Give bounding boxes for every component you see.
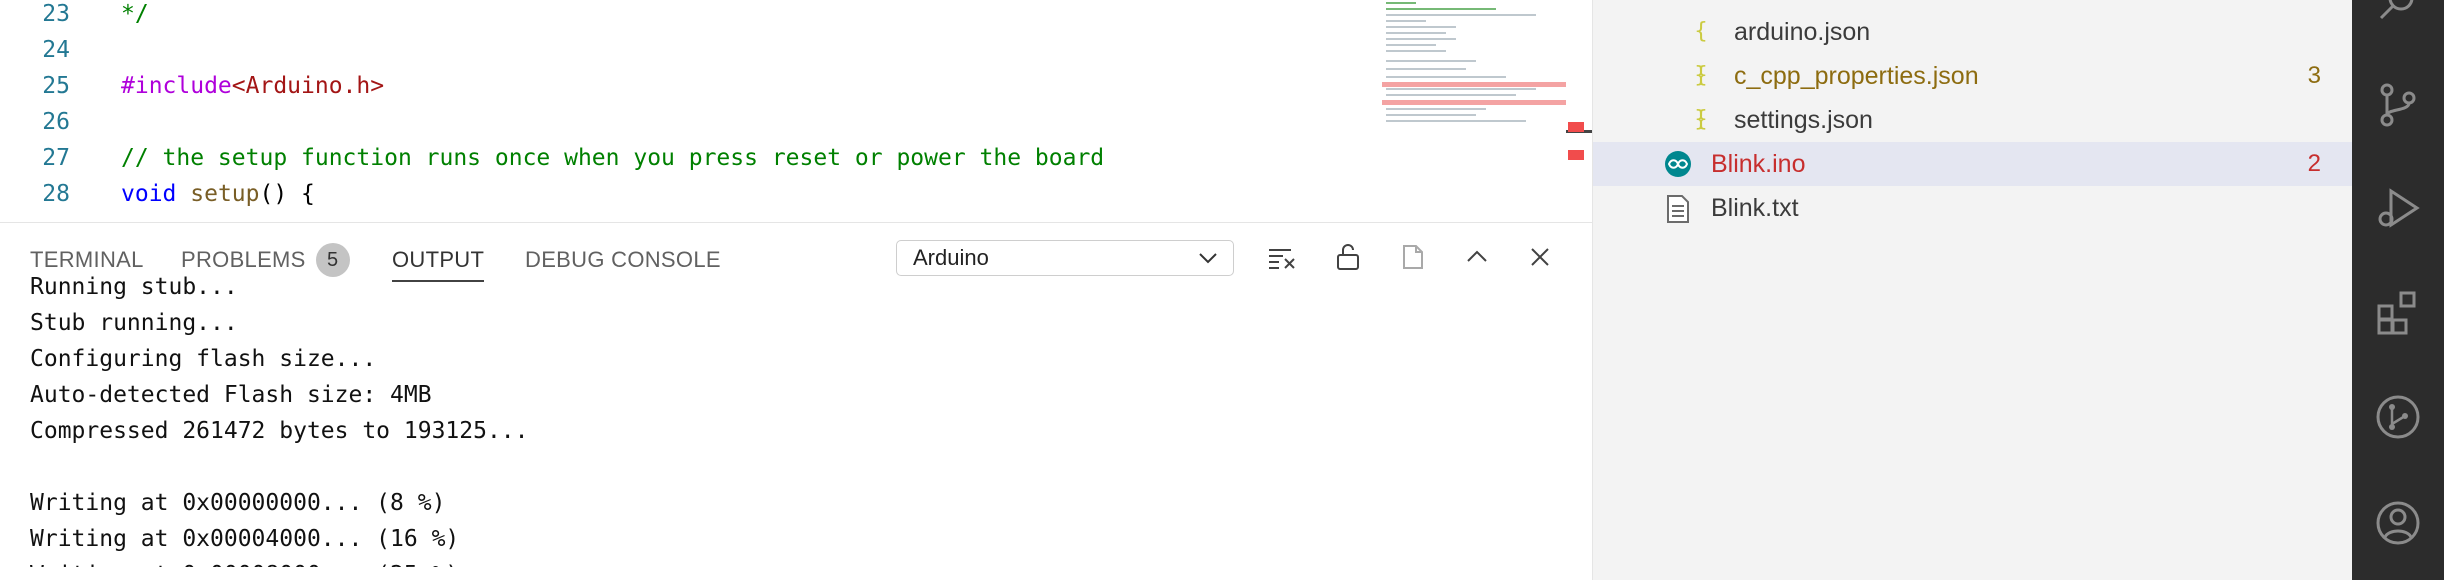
file-item[interactable]: { } arduino.json: [1593, 10, 2353, 88]
minimap-error-highlight: [1382, 100, 1566, 105]
output-line: Auto-detected Flash size: 4MB: [30, 382, 432, 408]
code-line[interactable]: 23 */: [0, 0, 1380, 32]
ruler-error-mark: [1568, 122, 1584, 132]
output-line: Writing at 0x00000000... (8 %): [30, 490, 446, 516]
minimap-line: [1386, 120, 1526, 122]
minimap-line: [1386, 68, 1466, 70]
code-line[interactable]: 26: [0, 104, 1380, 140]
minimap-error-highlight: [1382, 82, 1566, 87]
code-token: <Arduino.h>: [231, 73, 385, 99]
file-item[interactable]: { }settings.json: [1593, 98, 2353, 176]
code-token: // the setup function runs once when you…: [121, 145, 1105, 171]
minimap-line: [1386, 114, 1476, 116]
minimap-line: [1386, 108, 1486, 110]
clear-output-icon: [1269, 249, 1295, 269]
code-line[interactable]: 28 void setup() {: [0, 176, 1380, 212]
output-line: Compressed 261472 bytes to 193125...: [30, 418, 529, 444]
unlock-icon: [1337, 244, 1359, 270]
minimap-line: [1386, 26, 1456, 28]
line-code: #include<Arduino.h>: [121, 68, 384, 104]
code-token: void: [121, 181, 177, 207]
line-code: // the setup function runs once when you…: [121, 140, 1104, 176]
explorer-sidebar: { } arduino.json{ } c_cpp_properties.json 3…: [1592, 0, 2353, 580]
minimap-line: [1386, 94, 1516, 96]
output-line: Writing at 0x00008000... (25 %): [30, 557, 1570, 567]
run-debug-icon[interactable]: [2375, 185, 2421, 231]
source-control-icon[interactable]: [2375, 82, 2421, 128]
minimap-line: [1386, 60, 1476, 62]
output-log[interactable]: Running stub... Stub running... Configurin…: [30, 269, 1570, 567]
file-name: Blink.txt: [1711, 194, 1799, 222]
file-name: c_cpp_properties.json: [1734, 62, 1979, 90]
output-line: Running stub...: [30, 274, 238, 300]
overview-ruler[interactable]: [1566, 0, 1592, 222]
extensions-icon[interactable]: [2375, 290, 2421, 336]
text-file-icon: [1663, 186, 1693, 224]
line-number: 28: [42, 181, 70, 207]
line-number: 24: [42, 37, 70, 63]
account-icon[interactable]: [2375, 500, 2421, 546]
code-line[interactable]: 25 #include<Arduino.h>: [0, 68, 1380, 104]
ruler-error-mark: [1568, 150, 1584, 160]
line-number: 23: [42, 1, 70, 27]
code-line[interactable]: 24: [0, 32, 1380, 68]
output-line: Writing at 0x00004000... (16 %): [30, 526, 460, 552]
document-icon: [1403, 245, 1423, 269]
git-graph-icon[interactable]: [2375, 394, 2421, 440]
minimap-line: [1386, 76, 1506, 78]
minimap-line: [1386, 44, 1436, 46]
file-name: arduino.json: [1734, 18, 1871, 46]
line-code: */: [121, 0, 149, 32]
minimap-line: [1386, 88, 1536, 90]
minimap-line: [1386, 2, 1416, 4]
activity-bar: [2352, 0, 2444, 580]
file-name: settings.json: [1734, 106, 1873, 134]
code-token: */: [121, 1, 149, 27]
arduino-icon: [1663, 142, 1693, 178]
line-code: void setup() {: [121, 176, 315, 212]
output-line: Configuring flash size...: [30, 346, 377, 372]
chevron-up-icon: [1467, 250, 1487, 262]
file-item[interactable]: Blink.ino 2: [1593, 142, 2353, 186]
line-number: 27: [42, 145, 70, 171]
minimap-line: [1386, 32, 1446, 34]
close-icon: [1531, 248, 1549, 266]
code-line[interactable]: 27 // the setup function runs once when y…: [0, 140, 1380, 176]
code-token: () {: [259, 181, 315, 207]
minimap-line: [1386, 38, 1456, 40]
minimap[interactable]: [1382, 0, 1566, 140]
file-item[interactable]: Blink.txt: [1593, 186, 2353, 230]
problem-count: 3: [2307, 62, 2321, 89]
code-editor[interactable]: 23 */ 24 25 #include<Arduino.h> 26 27 // the se…: [0, 0, 1592, 222]
file-item[interactable]: { } c_cpp_properties.json 3: [1593, 54, 2353, 132]
code-token: #include: [121, 73, 232, 99]
output-line: Stub running...: [30, 310, 238, 336]
minimap-line: [1386, 8, 1496, 10]
minimap-line: [1386, 20, 1426, 22]
problem-count: 2: [2307, 150, 2321, 177]
output-channel-value: Arduino: [913, 245, 989, 270]
bottom-panel: TERMINAL PROBLEMS 5 OUTPUT DEBUG CONSOLE …: [0, 222, 1592, 581]
search-icon[interactable]: [2375, 0, 2421, 32]
file-name: Blink.ino: [1711, 150, 1806, 178]
minimap-line: [1386, 50, 1446, 52]
code-token: setup: [190, 181, 260, 207]
minimap-line: [1386, 14, 1536, 16]
line-number: 25: [42, 73, 70, 99]
line-number: 26: [42, 109, 70, 135]
